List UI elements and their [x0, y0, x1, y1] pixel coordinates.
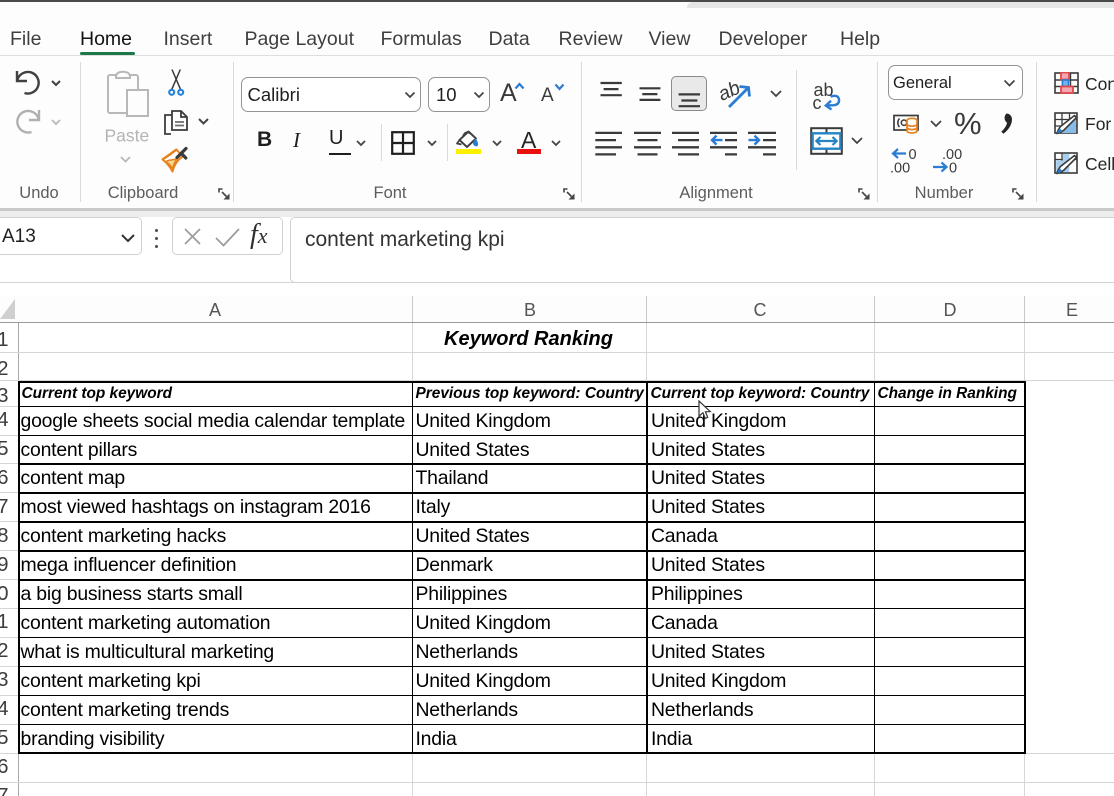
svg-text:Paste: Paste — [105, 126, 150, 146]
svg-text:ab: ab — [715, 80, 744, 106]
svg-text:0: 0 — [949, 161, 957, 175]
svg-text:c: c — [813, 93, 822, 111]
svg-text:.00: .00 — [890, 161, 910, 175]
